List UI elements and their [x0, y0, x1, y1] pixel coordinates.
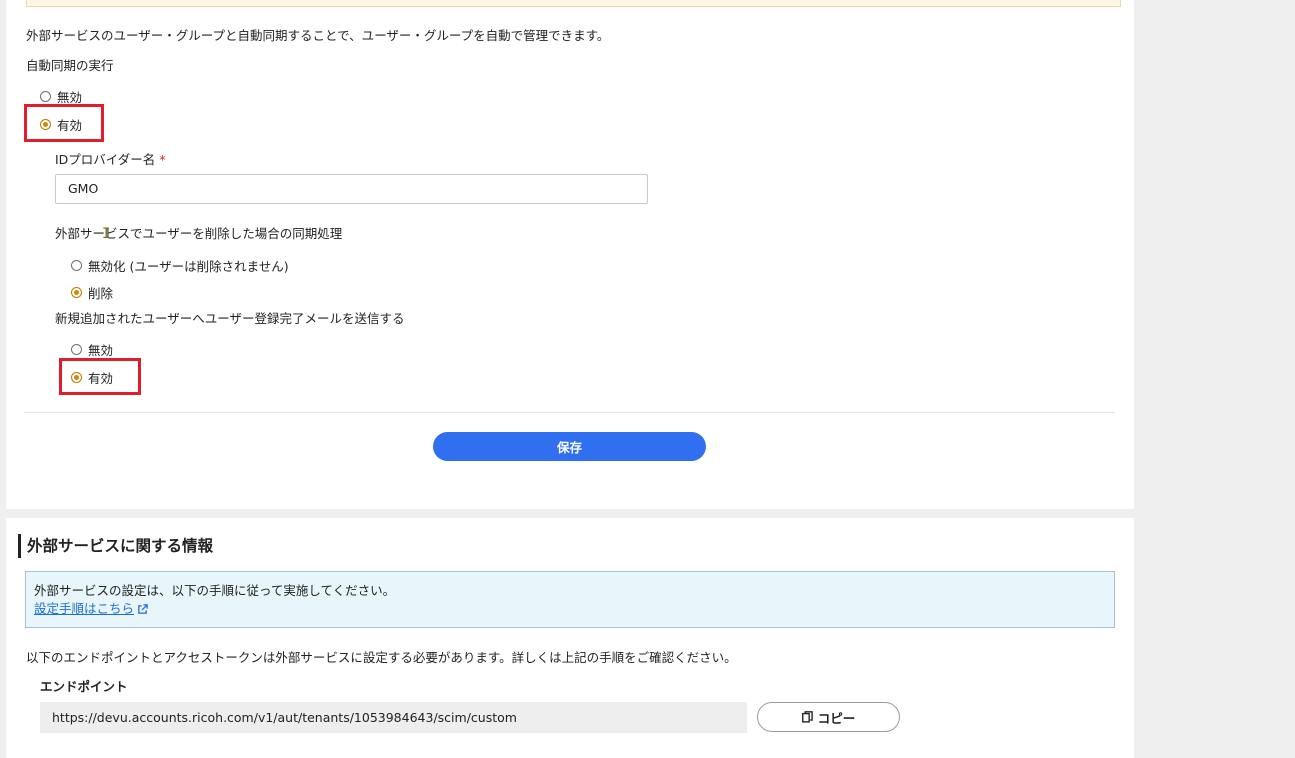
- section-title: 外部サービスに関する情報: [18, 534, 213, 558]
- option-label: 無効: [88, 343, 114, 358]
- highlight-box: [24, 104, 104, 142]
- text-cursor-icon: I: [102, 226, 111, 242]
- setup-guide-link-text: 設定手順はこちら: [34, 601, 135, 616]
- radio-unchecked-icon[interactable]: [71, 260, 82, 271]
- auto-sync-label: 自動同期の実行: [26, 58, 114, 73]
- warning-banner: [26, 0, 1121, 7]
- endpoint-field[interactable]: https://devu.accounts.ricoh.com/v1/aut/t…: [40, 702, 747, 733]
- idp-name-label-text: IDプロバイダー名: [55, 152, 156, 167]
- divider: [24, 412, 1115, 413]
- delete-sync-label: 外部サービスでユーザーを削除した場合の同期処理: [55, 226, 343, 241]
- sync-description: 外部サービスのユーザー・グループと自動同期することで、ユーザー・グループを自動で…: [26, 28, 610, 43]
- copy-button-label: コピー: [817, 710, 856, 726]
- copy-button[interactable]: コピー: [757, 702, 900, 732]
- save-button[interactable]: 保存: [433, 432, 706, 461]
- copy-icon: [801, 711, 813, 723]
- setup-guide-link[interactable]: 設定手順はこちら: [34, 600, 148, 618]
- mail-disabled-option[interactable]: 無効: [71, 340, 113, 359]
- idp-name-label: IDプロバイダー名 *: [55, 152, 166, 168]
- required-mark: *: [159, 152, 166, 167]
- radio-checked-icon[interactable]: [71, 287, 82, 298]
- mail-label: 新規追加されたユーザーへユーザー登録完了メールを送信する: [55, 311, 405, 326]
- delete-sync-delete-option[interactable]: 削除: [71, 283, 113, 302]
- option-label: 無効化 (ユーザーは削除されません): [88, 259, 289, 274]
- endpoint-description: 以下のエンドポイントとアクセストークンは外部サービスに設定する必要があります。詳…: [26, 650, 737, 665]
- external-link-icon: [138, 603, 148, 614]
- delete-sync-disable-option[interactable]: 無効化 (ユーザーは削除されません): [71, 256, 289, 275]
- endpoint-label: エンドポイント: [40, 679, 128, 694]
- radio-unchecked-icon[interactable]: [71, 344, 82, 355]
- highlight-box: [59, 358, 141, 395]
- info-notice: 外部サービスの設定は、以下の手順に従って実施してください。 設定手順はこちら: [25, 571, 1115, 628]
- radio-unchecked-icon[interactable]: [40, 91, 51, 102]
- sync-settings-card: 外部サービスのユーザー・グループと自動同期することで、ユーザー・グループを自動で…: [6, 0, 1134, 509]
- option-label: 削除: [88, 286, 114, 301]
- idp-name-input[interactable]: GMO: [55, 174, 648, 204]
- notice-text: 外部サービスの設定は、以下の手順に従って実施してください。: [34, 583, 396, 598]
